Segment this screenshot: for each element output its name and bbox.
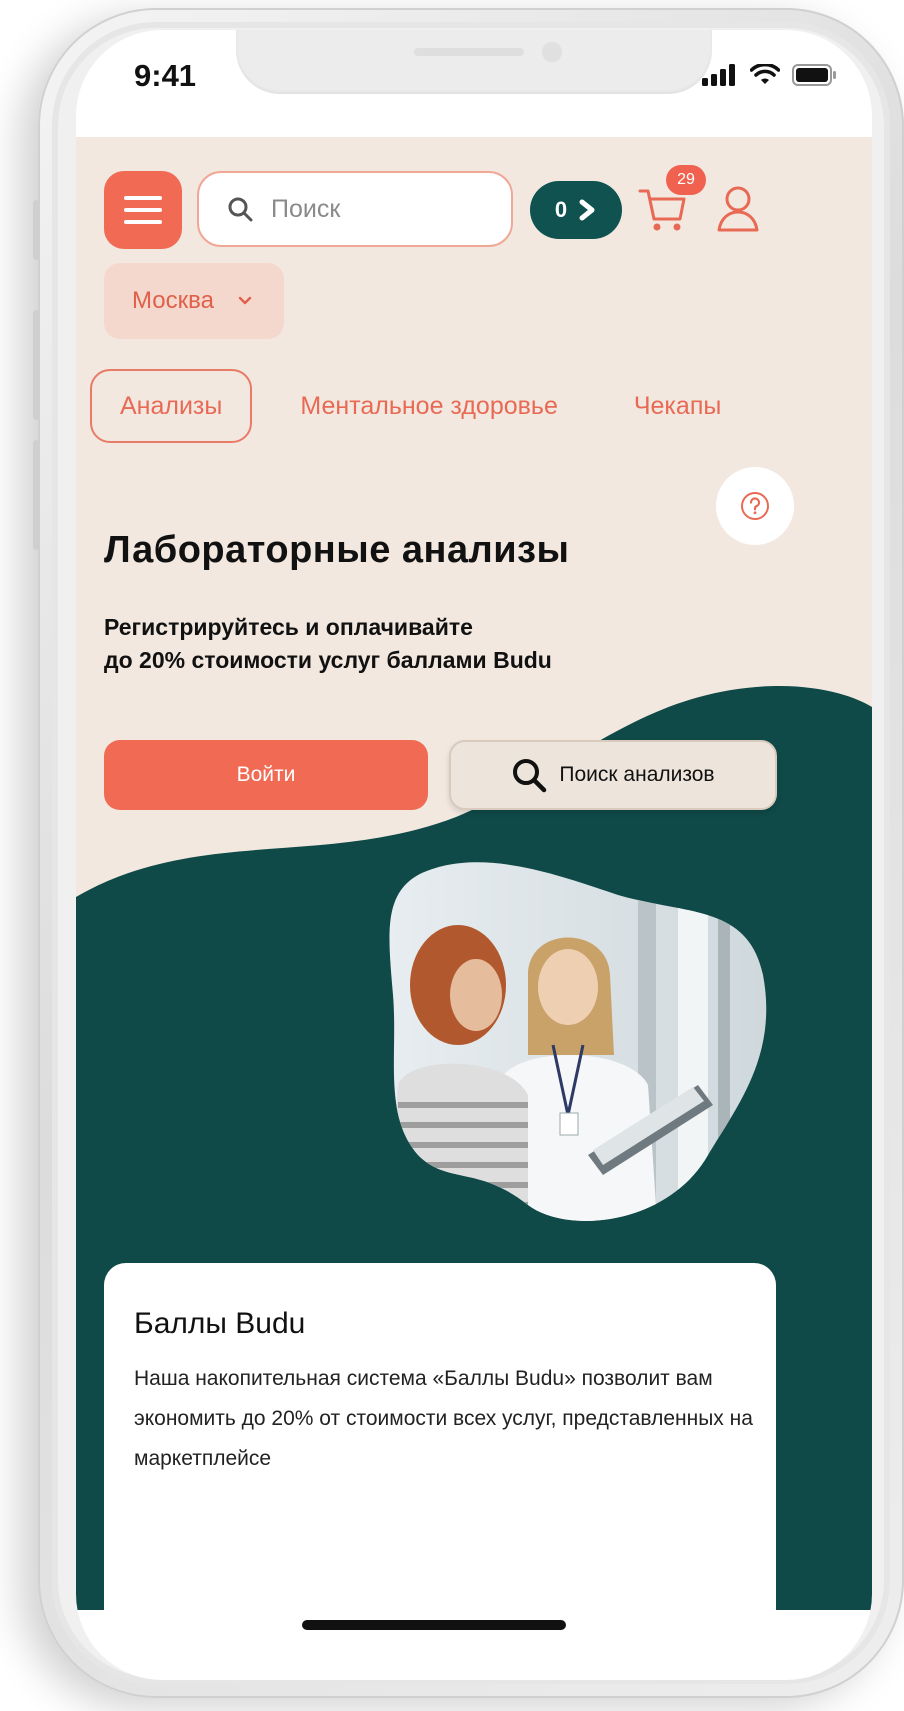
card-title: Баллы Budu <box>134 1307 306 1340</box>
search-icon <box>228 197 253 222</box>
points-count: 0 <box>554 197 568 222</box>
wifi-icon <box>750 64 780 84</box>
search-field[interactable] <box>197 171 513 247</box>
search-input[interactable] <box>269 193 493 225</box>
front-camera <box>542 42 562 62</box>
volume-up-button <box>33 310 39 420</box>
question-icon <box>741 492 769 520</box>
magnifier-icon <box>513 759 547 793</box>
chevron-down-icon <box>238 296 252 305</box>
notch <box>236 30 712 94</box>
profile-icon[interactable] <box>716 185 760 233</box>
battery-icon <box>792 64 836 86</box>
menu-button[interactable] <box>104 171 182 249</box>
hamburger-icon <box>124 196 162 224</box>
app-content: 0 29 Москва Анализы Ментальное здоровье … <box>76 137 872 1610</box>
home-indicator[interactable] <box>302 1620 566 1630</box>
points-button[interactable]: 0 <box>530 181 622 239</box>
volume-down-button <box>33 440 39 550</box>
category-tabs: Анализы Ментальное здоровье Чекапы <box>90 369 721 443</box>
budu-points-card: Баллы Budu Наша накопительная система «Б… <box>104 1263 776 1610</box>
tab-mental-health[interactable]: Ментальное здоровье <box>300 369 557 443</box>
card-text: Наша накопительная система «Баллы Budu» … <box>134 1367 753 1470</box>
search-analyses-label: Поиск анализов <box>559 763 715 786</box>
cart-badge: 29 <box>666 165 706 195</box>
login-button[interactable]: Войти <box>104 740 428 810</box>
promo-line-1: Регистрируйтесь и оплачивайте <box>104 614 473 640</box>
phone-screen: 9:41 Поиск 0 29 Москва Анализы Ментально… <box>76 30 872 1680</box>
chevron-right-icon <box>579 199 595 221</box>
city-selector[interactable]: Москва <box>104 263 284 339</box>
status-time: 9:41 <box>134 58 197 93</box>
promo-line-2: до 20% стоимости услуг баллами Budu <box>104 647 552 673</box>
page-title: Лабораторные анализы <box>104 529 570 571</box>
tab-checkups[interactable]: Чекапы <box>634 369 721 443</box>
help-button[interactable] <box>716 467 794 545</box>
doctor-patient-photo <box>389 862 767 1221</box>
signal-icon <box>702 64 735 86</box>
speaker <box>414 48 524 56</box>
city-label: Москва <box>132 287 214 314</box>
promo-text: Регистрируйтесь и оплачивайте до 20% сто… <box>104 611 664 677</box>
status-icons <box>702 64 838 86</box>
mute-switch <box>33 200 39 260</box>
tab-analyses[interactable]: Анализы <box>90 369 253 443</box>
search-analyses-button[interactable]: Поиск анализов <box>449 740 777 810</box>
